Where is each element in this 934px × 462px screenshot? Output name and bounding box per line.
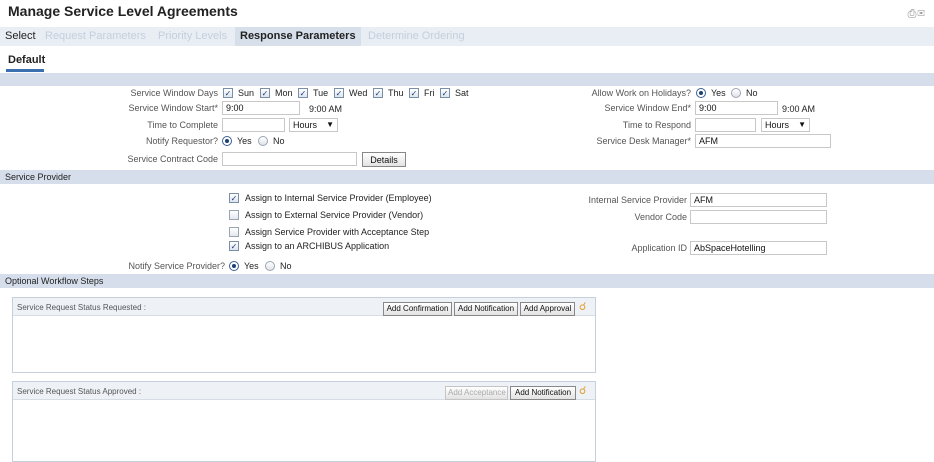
subtab-default[interactable]: Default (8, 54, 45, 66)
notify-provider-yes-radio[interactable] (229, 261, 239, 271)
tab-priority-levels: Priority Levels (158, 30, 228, 42)
day-label-wed: Wed (349, 88, 368, 98)
checkbox-sat[interactable]: ✓ (440, 88, 450, 98)
checkbox-fri[interactable]: ✓ (409, 88, 419, 98)
page-title: Manage Service Level Agreements (8, 3, 238, 19)
service-contract-code-label: Service Contract Code (127, 154, 218, 164)
assign-archibus-checkbox[interactable]: ✓ (229, 241, 239, 251)
service-window-start-display: 9:00 AM (309, 104, 343, 114)
checkbox-tue[interactable]: ✓ (298, 88, 308, 98)
holidays-yes-radio[interactable] (696, 88, 706, 98)
notify-requestor-yes-label: Yes (237, 136, 252, 146)
allow-work-holidays-label: Allow Work on Holidays? (591, 88, 691, 98)
service-window-end-input[interactable]: 9:00 (695, 101, 778, 115)
workflow-band (0, 274, 934, 288)
header-icons: ⎙✉ (908, 8, 926, 21)
day-label-tue: Tue (313, 88, 329, 98)
day-label-thu: Thu (388, 88, 404, 98)
tab-select[interactable]: Select (5, 30, 36, 42)
form-header-band (0, 73, 934, 86)
assign-acceptance-checkbox[interactable] (229, 227, 239, 237)
chevron-down-icon: ▼ (798, 120, 806, 129)
assign-external-label: Assign to External Service Provider (Ven… (245, 210, 424, 220)
add-approval-button[interactable]: Add Approval (520, 302, 575, 316)
notify-provider-yes-label: Yes (244, 261, 259, 271)
checkbox-mon[interactable]: ✓ (260, 88, 270, 98)
time-to-respond-label: Time to Respond (622, 120, 691, 130)
time-to-complete-label: Time to Complete (147, 120, 218, 130)
requested-panel-title: Service Request Status Requested : (17, 303, 146, 312)
time-to-respond-unit-select[interactable]: Hours ▼ (761, 118, 810, 132)
notify-requestor-no-label: No (273, 136, 285, 146)
search-icon[interactable]: ☌ (579, 384, 586, 397)
tab-bar: Select Request Parameters Priority Level… (0, 27, 934, 46)
add-acceptance-button: Add Acceptance (445, 386, 508, 400)
notify-provider-no-radio[interactable] (265, 261, 275, 271)
service-desk-manager-input[interactable]: AFM (695, 134, 831, 148)
application-id-label: Application ID (631, 243, 687, 253)
holidays-no-radio[interactable] (731, 88, 741, 98)
notify-requestor-yes-radio[interactable] (222, 136, 232, 146)
tab-determine-ordering: Determine Ordering (368, 30, 465, 42)
chevron-down-icon: ▼ (326, 120, 334, 129)
time-to-respond-input[interactable] (695, 118, 756, 132)
add-notification-button-approved[interactable]: Add Notification (510, 386, 576, 400)
checkbox-sun[interactable]: ✓ (223, 88, 233, 98)
day-label-fri: Fri (424, 88, 435, 98)
internal-provider-input[interactable]: AFM (690, 193, 827, 207)
email-icon[interactable]: ✉ (917, 8, 926, 20)
notify-provider-label: Notify Service Provider? (128, 261, 225, 271)
assign-acceptance-label: Assign Service Provider with Acceptance … (245, 227, 430, 237)
assign-internal-checkbox[interactable]: ✓ (229, 193, 239, 203)
holidays-no-label: No (746, 88, 758, 98)
time-to-complete-unit-value: Hours (293, 120, 318, 130)
assign-internal-label: Assign to Internal Service Provider (Emp… (245, 193, 432, 203)
time-to-complete-unit-select[interactable]: Hours ▼ (289, 118, 338, 132)
workflow-section-label: Optional Workflow Steps (5, 276, 104, 286)
checkbox-thu[interactable]: ✓ (373, 88, 383, 98)
tab-response-parameters[interactable]: Response Parameters (235, 27, 361, 46)
service-contract-code-input[interactable] (222, 152, 357, 166)
tab-request-parameters: Request Parameters (45, 30, 146, 42)
notify-requestor-no-radio[interactable] (258, 136, 268, 146)
time-to-respond-unit-value: Hours (765, 120, 790, 130)
application-id-input[interactable]: AbSpaceHotelling (690, 241, 827, 255)
details-button[interactable]: Details (362, 152, 406, 167)
service-window-start-input[interactable]: 9:00 (222, 101, 300, 115)
time-to-complete-input[interactable] (222, 118, 285, 132)
search-icon[interactable]: ☌ (579, 300, 586, 313)
service-desk-manager-label: Service Desk Manager* (596, 136, 691, 146)
assign-external-checkbox[interactable] (229, 210, 239, 220)
service-window-end-display: 9:00 AM (782, 104, 816, 114)
internal-provider-label: Internal Service Provider (588, 195, 687, 205)
day-label-sat: Sat (455, 88, 469, 98)
notify-requestor-label: Notify Requestor? (145, 136, 218, 146)
notify-provider-no-label: No (280, 261, 292, 271)
vendor-code-label: Vendor Code (634, 212, 687, 222)
print-icon[interactable]: ⎙ (908, 8, 918, 20)
add-confirmation-button[interactable]: Add Confirmation (383, 302, 452, 316)
vendor-code-input[interactable] (690, 210, 827, 224)
service-provider-band (0, 170, 934, 184)
service-provider-section-label: Service Provider (5, 172, 72, 182)
assign-archibus-label: Assign to an ARCHIBUS Application (245, 241, 390, 251)
holidays-yes-label: Yes (711, 88, 726, 98)
checkbox-wed[interactable]: ✓ (334, 88, 344, 98)
service-window-days-label: Service Window Days (130, 88, 218, 98)
subtab-underline (6, 69, 44, 72)
service-window-end-label: Service Window End* (604, 103, 691, 113)
add-notification-button[interactable]: Add Notification (454, 302, 518, 316)
service-window-start-label: Service Window Start* (128, 103, 218, 113)
day-label-mon: Mon (275, 88, 293, 98)
day-label-sun: Sun (238, 88, 255, 98)
approved-panel-title: Service Request Status Approved : (17, 387, 142, 396)
